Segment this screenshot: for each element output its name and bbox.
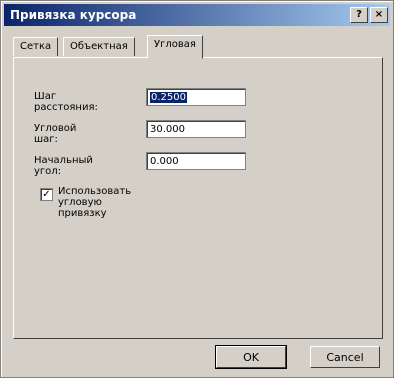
start-angle-input[interactable]: 0.000 xyxy=(146,152,246,170)
help-button[interactable]: ? xyxy=(350,7,368,23)
tab-grid[interactable]: Сетка xyxy=(13,37,59,56)
distance-step-input[interactable]: 0.2500 xyxy=(146,88,246,106)
angle-snap-checkbox[interactable]: ✓ xyxy=(40,188,53,201)
tab-angular[interactable]: Угловая xyxy=(147,35,203,59)
dialog-window: Привязка курсора ? × Сетка Объектная Угл… xyxy=(0,0,394,378)
angle-step-input[interactable]: 30.000 xyxy=(146,120,246,138)
distance-step-label: Шаг расстояния: xyxy=(34,91,98,113)
close-button[interactable]: × xyxy=(370,7,388,23)
tab-panel: Шаг расстояния: 0.2500 Угловой шаг: 30.0… xyxy=(13,57,383,339)
angle-step-label: Угловой шаг: xyxy=(34,123,77,145)
ok-button[interactable]: OK xyxy=(215,345,287,369)
angle-snap-label[interactable]: Использовать угловую привязку xyxy=(58,186,131,219)
tab-object[interactable]: Объектная xyxy=(63,37,135,56)
title-bar: Привязка курсора ? × xyxy=(4,4,390,26)
dialog-title: Привязка курсора xyxy=(10,8,137,22)
start-angle-label: Начальный угол: xyxy=(34,155,93,177)
distance-step-value: 0.2500 xyxy=(150,92,187,103)
cancel-button[interactable]: Cancel xyxy=(310,346,380,368)
